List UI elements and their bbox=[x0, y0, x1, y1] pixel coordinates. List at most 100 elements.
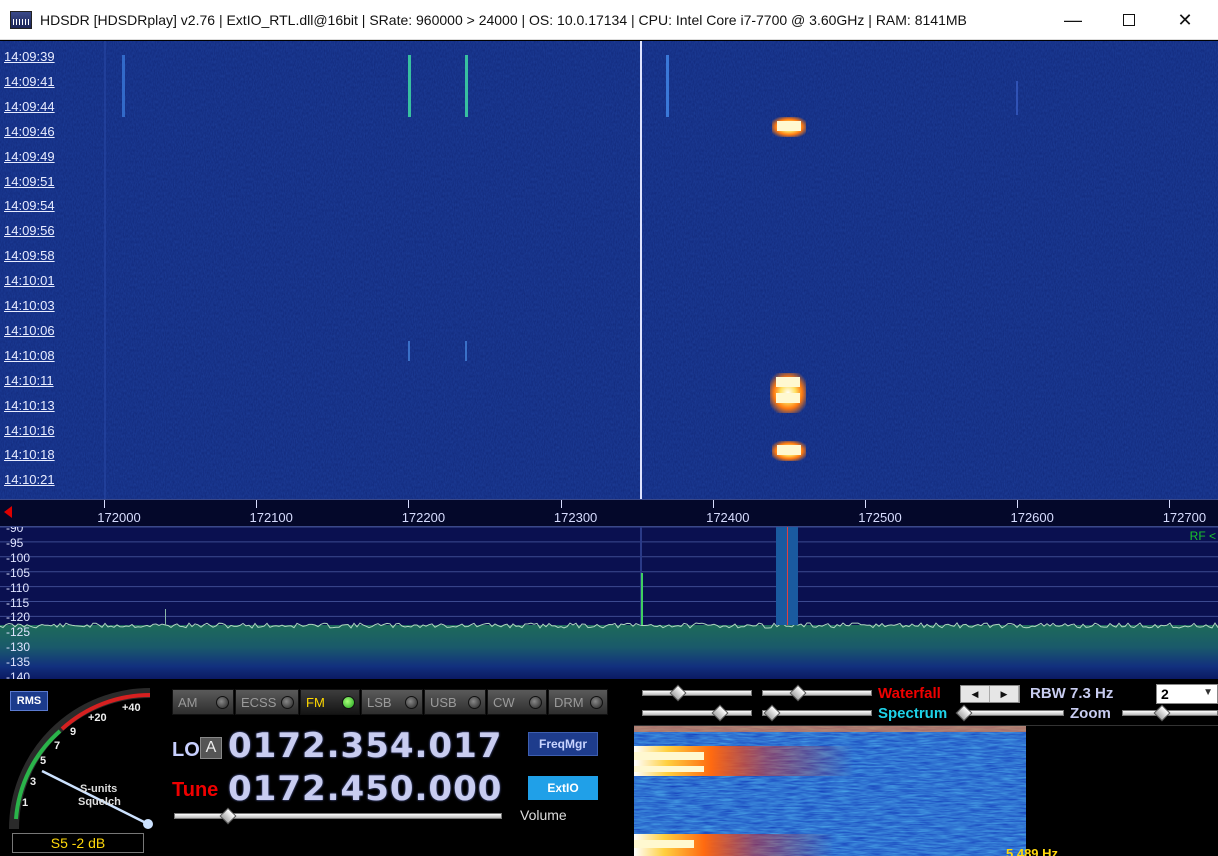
time-label: 14:10:06 bbox=[4, 322, 55, 338]
db-label: -115 bbox=[6, 595, 30, 610]
mode-led-icon bbox=[468, 696, 481, 709]
mode-button-am[interactable]: AM bbox=[172, 689, 234, 715]
maximize-icon bbox=[1123, 14, 1135, 26]
volume-slider-thumb[interactable] bbox=[219, 807, 237, 825]
mode-led-icon bbox=[216, 696, 229, 709]
waterfall-slider-1[interactable] bbox=[642, 690, 752, 696]
db-label: -135 bbox=[6, 655, 31, 670]
frequency-label: 172600 bbox=[1010, 510, 1054, 525]
time-label: 14:09:51 bbox=[4, 173, 55, 189]
time-label: 14:09:56 bbox=[4, 223, 55, 239]
mode-led-icon bbox=[342, 696, 355, 709]
lo-lock-button[interactable]: A bbox=[200, 737, 222, 759]
time-label: 14:10:21 bbox=[4, 472, 55, 488]
scroll-left-icon[interactable] bbox=[4, 506, 12, 518]
frequency-tick bbox=[1169, 500, 1171, 508]
rbw-dropdown-value: 2 bbox=[1161, 686, 1169, 702]
frequency-label: 172200 bbox=[401, 510, 446, 525]
waterfall-slider-2[interactable] bbox=[762, 690, 872, 696]
time-label: 14:09:46 bbox=[4, 123, 55, 139]
db-label: -95 bbox=[6, 535, 24, 550]
close-button[interactable]: ✕ bbox=[1162, 0, 1208, 40]
smeter-tick: +20 bbox=[88, 712, 107, 724]
db-label: -125 bbox=[6, 625, 31, 640]
mode-button-usb[interactable]: USB bbox=[424, 689, 486, 715]
mode-led-icon bbox=[281, 696, 294, 709]
slider-thumb[interactable] bbox=[711, 704, 729, 722]
audio-spectrogram[interactable] bbox=[634, 725, 1218, 856]
frequency-label: 172300 bbox=[553, 510, 598, 525]
window-title: HDSDR [HDSDRplay] v2.76 | ExtIO_RTL.dll@… bbox=[40, 11, 967, 28]
minimize-button[interactable]: — bbox=[1050, 0, 1096, 40]
frequency-label: 172400 bbox=[706, 510, 750, 525]
carrier-peak bbox=[641, 573, 643, 625]
frequency-tick bbox=[712, 500, 714, 508]
rbw-dropdown[interactable]: 2 ▼ bbox=[1156, 684, 1218, 704]
frequency-axis[interactable]: 172000 172100 172200 172300 172400 172500 1726… bbox=[0, 499, 1218, 526]
zoom-label: Zoom bbox=[1070, 705, 1111, 722]
freqmgr-button[interactable]: FreqMgr bbox=[528, 732, 598, 756]
mode-label: DRM bbox=[554, 694, 584, 710]
time-label: 14:09:39 bbox=[4, 49, 55, 64]
mode-button-drm[interactable]: DRM bbox=[548, 689, 608, 715]
waterfall-label: Waterfall bbox=[878, 685, 941, 702]
spectrum-slider-1[interactable] bbox=[642, 710, 752, 716]
audio-spectrogram-graphic bbox=[634, 726, 1026, 856]
mode-button-cw[interactable]: CW bbox=[487, 689, 547, 715]
title-bar[interactable]: HDSDR [HDSDRplay] v2.76 | ExtIO_RTL.dll@… bbox=[0, 0, 1218, 40]
time-label: 14:10:08 bbox=[4, 347, 55, 363]
mode-label: LSB bbox=[367, 694, 392, 710]
chevron-down-icon: ▼ bbox=[1203, 687, 1213, 698]
frequency-tick bbox=[104, 500, 105, 508]
squelch-caption: Squelch bbox=[78, 796, 121, 808]
frequency-tick bbox=[1017, 500, 1019, 508]
waterfall-display[interactable]: 14:09:39 14:09:41 14:09:44 14:09:46 14:09:49… bbox=[0, 41, 1218, 499]
frequency-tick bbox=[865, 500, 866, 508]
db-label: -140 bbox=[6, 670, 31, 679]
time-label: 14:10:11 bbox=[4, 372, 54, 388]
signal-burst bbox=[772, 441, 806, 461]
mode-button-ecss[interactable]: ECSS bbox=[235, 689, 299, 715]
arrow-left-icon[interactable]: ◀ bbox=[961, 686, 990, 702]
tune-frequency-display[interactable]: 0172.450.000 bbox=[228, 769, 502, 809]
minimize-icon: — bbox=[1064, 9, 1082, 30]
spectrum-display[interactable]: RF < -90 -95 -100 -105 -110 -115 -120 -125 -130-… bbox=[0, 526, 1218, 679]
mode-button-lsb[interactable]: LSB bbox=[361, 689, 423, 715]
smeter-tick: 1 bbox=[22, 797, 29, 809]
frequency-tick bbox=[560, 500, 562, 508]
mode-button-fm[interactable]: FM bbox=[300, 689, 360, 715]
spectrum-label: Spectrum bbox=[878, 705, 948, 722]
slider-thumb[interactable] bbox=[789, 684, 807, 702]
time-label: 14:09:41 bbox=[4, 73, 55, 89]
frequency-label: 172700 bbox=[1162, 510, 1207, 525]
maximize-button[interactable] bbox=[1106, 0, 1152, 40]
mode-label: CW bbox=[493, 694, 515, 710]
arrow-right-icon[interactable]: ▶ bbox=[990, 686, 1019, 702]
lo-label: LO bbox=[172, 739, 200, 761]
smeter-tick: +40 bbox=[122, 702, 141, 714]
lo-frequency-display[interactable]: 0172.354.017 bbox=[228, 726, 502, 766]
time-label: 14:09:54 bbox=[4, 198, 55, 214]
smeter-tick: 7 bbox=[54, 740, 61, 752]
time-label: 14:10:16 bbox=[4, 422, 55, 438]
mode-bar: AM ECSS FM LSB USB CW DRM bbox=[172, 689, 616, 715]
db-label: -110 bbox=[6, 580, 30, 595]
audio-frequency-readout: 5,489 Hz bbox=[1006, 846, 1059, 856]
zoom-slider-thumb[interactable] bbox=[1153, 704, 1171, 722]
rf-indicator[interactable]: RF < bbox=[1190, 529, 1216, 543]
slider-thumb[interactable] bbox=[669, 684, 687, 702]
db-label: -90 bbox=[6, 526, 24, 535]
rbw-label: RBW 7.3 Hz bbox=[1030, 685, 1114, 702]
smeter-readout: S5 -2 dB bbox=[12, 833, 144, 853]
mode-label: FM bbox=[306, 694, 325, 710]
extio-button[interactable]: ExtIO bbox=[528, 776, 598, 800]
slider-thumb[interactable] bbox=[763, 704, 781, 722]
slider-thumb[interactable] bbox=[955, 704, 973, 722]
time-label: 14:09:58 bbox=[4, 248, 55, 264]
frequency-tick bbox=[256, 500, 258, 508]
frequency-tick bbox=[408, 500, 410, 508]
spectrum-slider-3[interactable] bbox=[962, 710, 1064, 716]
hdsdr-app-icon[interactable] bbox=[10, 10, 32, 29]
signal-burst bbox=[770, 373, 806, 413]
mode-led-icon bbox=[529, 696, 542, 709]
